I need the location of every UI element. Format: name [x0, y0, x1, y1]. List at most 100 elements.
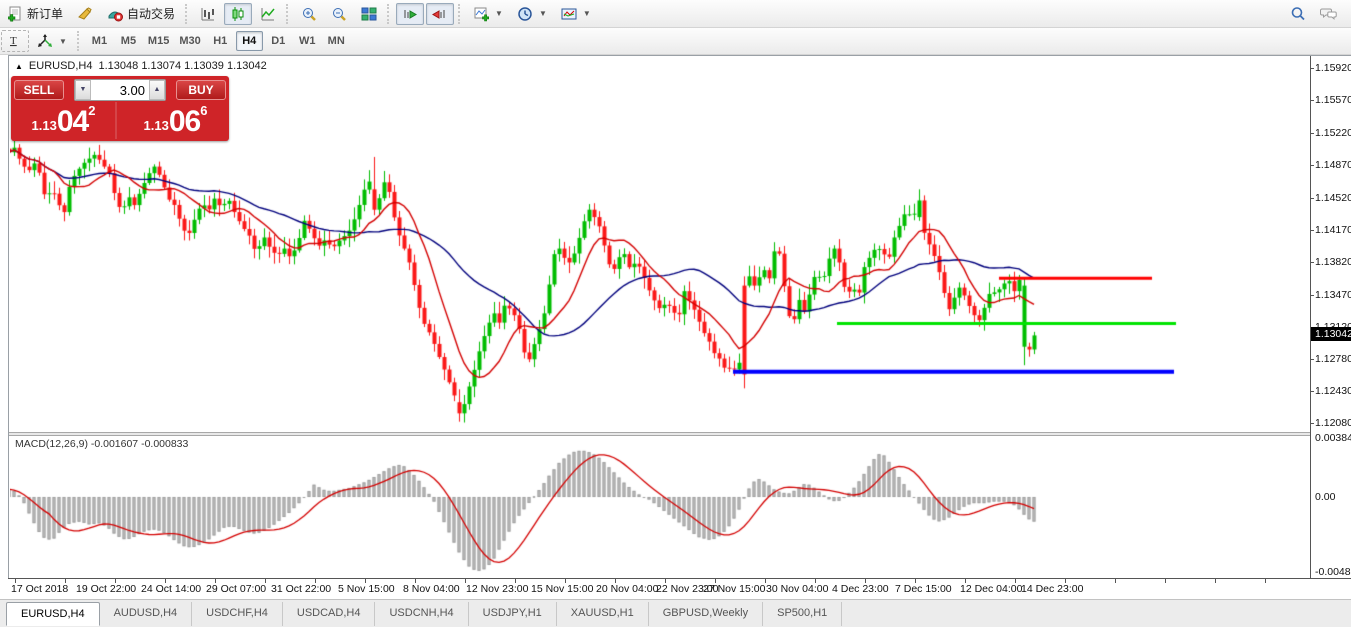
date-axis-label: 5 Nov 15:00	[338, 583, 395, 595]
date-axis-label: 27 Nov 15:00	[703, 583, 765, 595]
date-axis-tick	[365, 579, 366, 583]
date-axis-label: 30 Nov 04:00	[766, 583, 828, 595]
zoom-out-icon	[331, 6, 347, 22]
symbol-tab-audusd[interactable]: AUDUSD,H4	[100, 602, 193, 626]
new-order-label: 新订单	[27, 5, 63, 22]
symbol-tab-sp500[interactable]: SP500,H1	[763, 602, 842, 626]
volume-increase-button[interactable]: ▲	[149, 80, 165, 100]
symbol-tab-usdchf[interactable]: USDCHF,H4	[192, 602, 283, 626]
periods-menu-button[interactable]: ▼	[511, 3, 553, 25]
timeframe-button-w1[interactable]: W1	[294, 31, 321, 51]
auto-scroll-button[interactable]	[396, 3, 424, 25]
date-axis-tick	[965, 579, 966, 583]
metaeditor-button[interactable]	[71, 3, 99, 25]
candlestick-icon	[230, 6, 246, 22]
buy-price-pipette: 6	[200, 104, 207, 117]
date-axis-tick	[1115, 579, 1116, 583]
toolbar-right-group	[1283, 3, 1343, 25]
date-axis-tick	[65, 579, 66, 583]
toolbar-separator	[387, 4, 392, 24]
date-axis-tick	[1215, 579, 1216, 583]
bar-chart-mode-button[interactable]	[194, 3, 222, 25]
search-button[interactable]	[1284, 3, 1312, 25]
symbol-tab-gbpusd[interactable]: GBPUSD,Weekly	[649, 602, 763, 626]
date-axis-tick	[315, 579, 316, 583]
price-axis-tick: 1.15570	[1315, 94, 1351, 106]
zoom-out-button[interactable]	[325, 3, 353, 25]
date-axis[interactable]: 17 Oct 201819 Oct 22:0024 Oct 14:0029 Oc…	[8, 578, 1351, 599]
date-axis-label: 19 Oct 22:00	[76, 583, 136, 595]
templates-menu-button[interactable]: ▼	[555, 3, 597, 25]
auto-scroll-icon	[402, 6, 418, 22]
date-axis-label: 12 Dec 04:00	[960, 583, 1022, 595]
cursor-tool-button[interactable]: ▼	[31, 30, 73, 52]
text-label-tool-button[interactable]: T	[1, 30, 29, 52]
date-axis-label: 8 Nov 04:00	[403, 583, 460, 595]
symbol-tab-bar: EURUSD,H4AUDUSD,H4USDCHF,H4USDCAD,H4USDC…	[0, 599, 1351, 627]
new-order-icon	[7, 6, 23, 22]
date-axis-label: 14 Dec 23:00	[1021, 583, 1083, 595]
symbol-tab-usdjpy[interactable]: USDJPY,H1	[469, 602, 557, 626]
date-axis-tick	[265, 579, 266, 583]
volume-decrease-button[interactable]: ▼	[75, 80, 91, 100]
mt4-application-window: 新订单 自动交易	[0, 0, 1351, 627]
gold-horn-icon	[77, 6, 93, 22]
timeframe-button-m1[interactable]: M1	[86, 31, 113, 51]
timeframe-button-m5[interactable]: M5	[115, 31, 142, 51]
new-order-button[interactable]: 新订单	[1, 3, 69, 25]
volume-input[interactable]: 3.00	[91, 83, 149, 98]
date-axis-tick	[615, 579, 616, 583]
chat-button[interactable]	[1314, 3, 1342, 25]
buy-price-big-digits: 06	[169, 107, 200, 137]
symbol-tab-usdcad[interactable]: USDCAD,H4	[283, 602, 376, 626]
collapse-arrow-icon[interactable]: ▲	[15, 62, 23, 71]
sell-price-display[interactable]: 1.13042	[12, 102, 117, 139]
price-axis-tick: 1.14170	[1315, 224, 1351, 236]
text-tool-icon: T	[7, 33, 23, 49]
timeframe-button-m30[interactable]: M30	[175, 31, 204, 51]
timeframe-button-h1[interactable]: H1	[207, 31, 234, 51]
timeframe-button-mn[interactable]: MN	[323, 31, 350, 51]
volume-spinner: ▼ 3.00 ▲	[74, 79, 166, 101]
candlestick-mode-button[interactable]	[224, 3, 252, 25]
one-click-trading-panel: SELL ▼ 3.00 ▲ BUY 1.13042 1.13066	[11, 76, 229, 141]
sell-button[interactable]: SELL	[14, 80, 64, 100]
chart-shift-button[interactable]	[426, 3, 454, 25]
macd-indicator-label: MACD(12,26,9) -0.001607 -0.000833	[15, 438, 188, 450]
symbol-tab-xauusd[interactable]: XAUUSD,H1	[557, 602, 649, 626]
price-axis-tick: 1.12080	[1315, 417, 1351, 429]
macd-indicator-canvas[interactable]	[10, 436, 1310, 577]
dropdown-caret: ▼	[495, 9, 503, 18]
chart-symbol-label: EURUSD,H4	[29, 60, 93, 72]
date-axis-tick	[765, 579, 766, 583]
symbol-tab-eurusd[interactable]: EURUSD,H4	[6, 602, 100, 626]
price-axis-tick: 1.15220	[1315, 127, 1351, 139]
line-chart-mode-button[interactable]	[254, 3, 282, 25]
indicators-menu-button[interactable]: ▼	[467, 3, 509, 25]
price-axis[interactable]: 1.159201.155701.152201.148701.145201.141…	[1310, 56, 1351, 597]
price-axis-tick: 1.13470	[1315, 289, 1351, 301]
toolbar-separator	[77, 31, 82, 51]
date-axis-label: 4 Dec 23:00	[832, 583, 889, 595]
price-axis-tick: 1.13820	[1315, 256, 1351, 268]
zoom-in-icon	[301, 6, 317, 22]
buy-price-display[interactable]: 1.13066	[123, 102, 228, 139]
sell-price-pipette: 2	[88, 104, 95, 117]
price-axis-tick: 1.12430	[1315, 385, 1351, 397]
date-axis-label: 17 Oct 2018	[11, 583, 68, 595]
buy-button[interactable]: BUY	[176, 80, 226, 100]
toolbar-separator	[286, 4, 291, 24]
symbol-tab-usdcnh[interactable]: USDCNH,H4	[375, 602, 468, 626]
tile-windows-button[interactable]	[355, 3, 383, 25]
chat-bubbles-icon	[1320, 6, 1336, 22]
autotrading-button[interactable]: 自动交易	[101, 3, 181, 25]
clock-icon	[517, 6, 533, 22]
date-axis-tick	[865, 579, 866, 583]
timeframe-button-h4[interactable]: H4	[236, 31, 263, 51]
date-axis-tick	[1265, 579, 1266, 583]
timeframe-button-m15[interactable]: M15	[144, 31, 173, 51]
macd-axis-tick: 0.00	[1315, 491, 1335, 503]
current-price-tag: 1.13042	[1311, 327, 1351, 341]
timeframe-button-d1[interactable]: D1	[265, 31, 292, 51]
zoom-in-button[interactable]	[295, 3, 323, 25]
